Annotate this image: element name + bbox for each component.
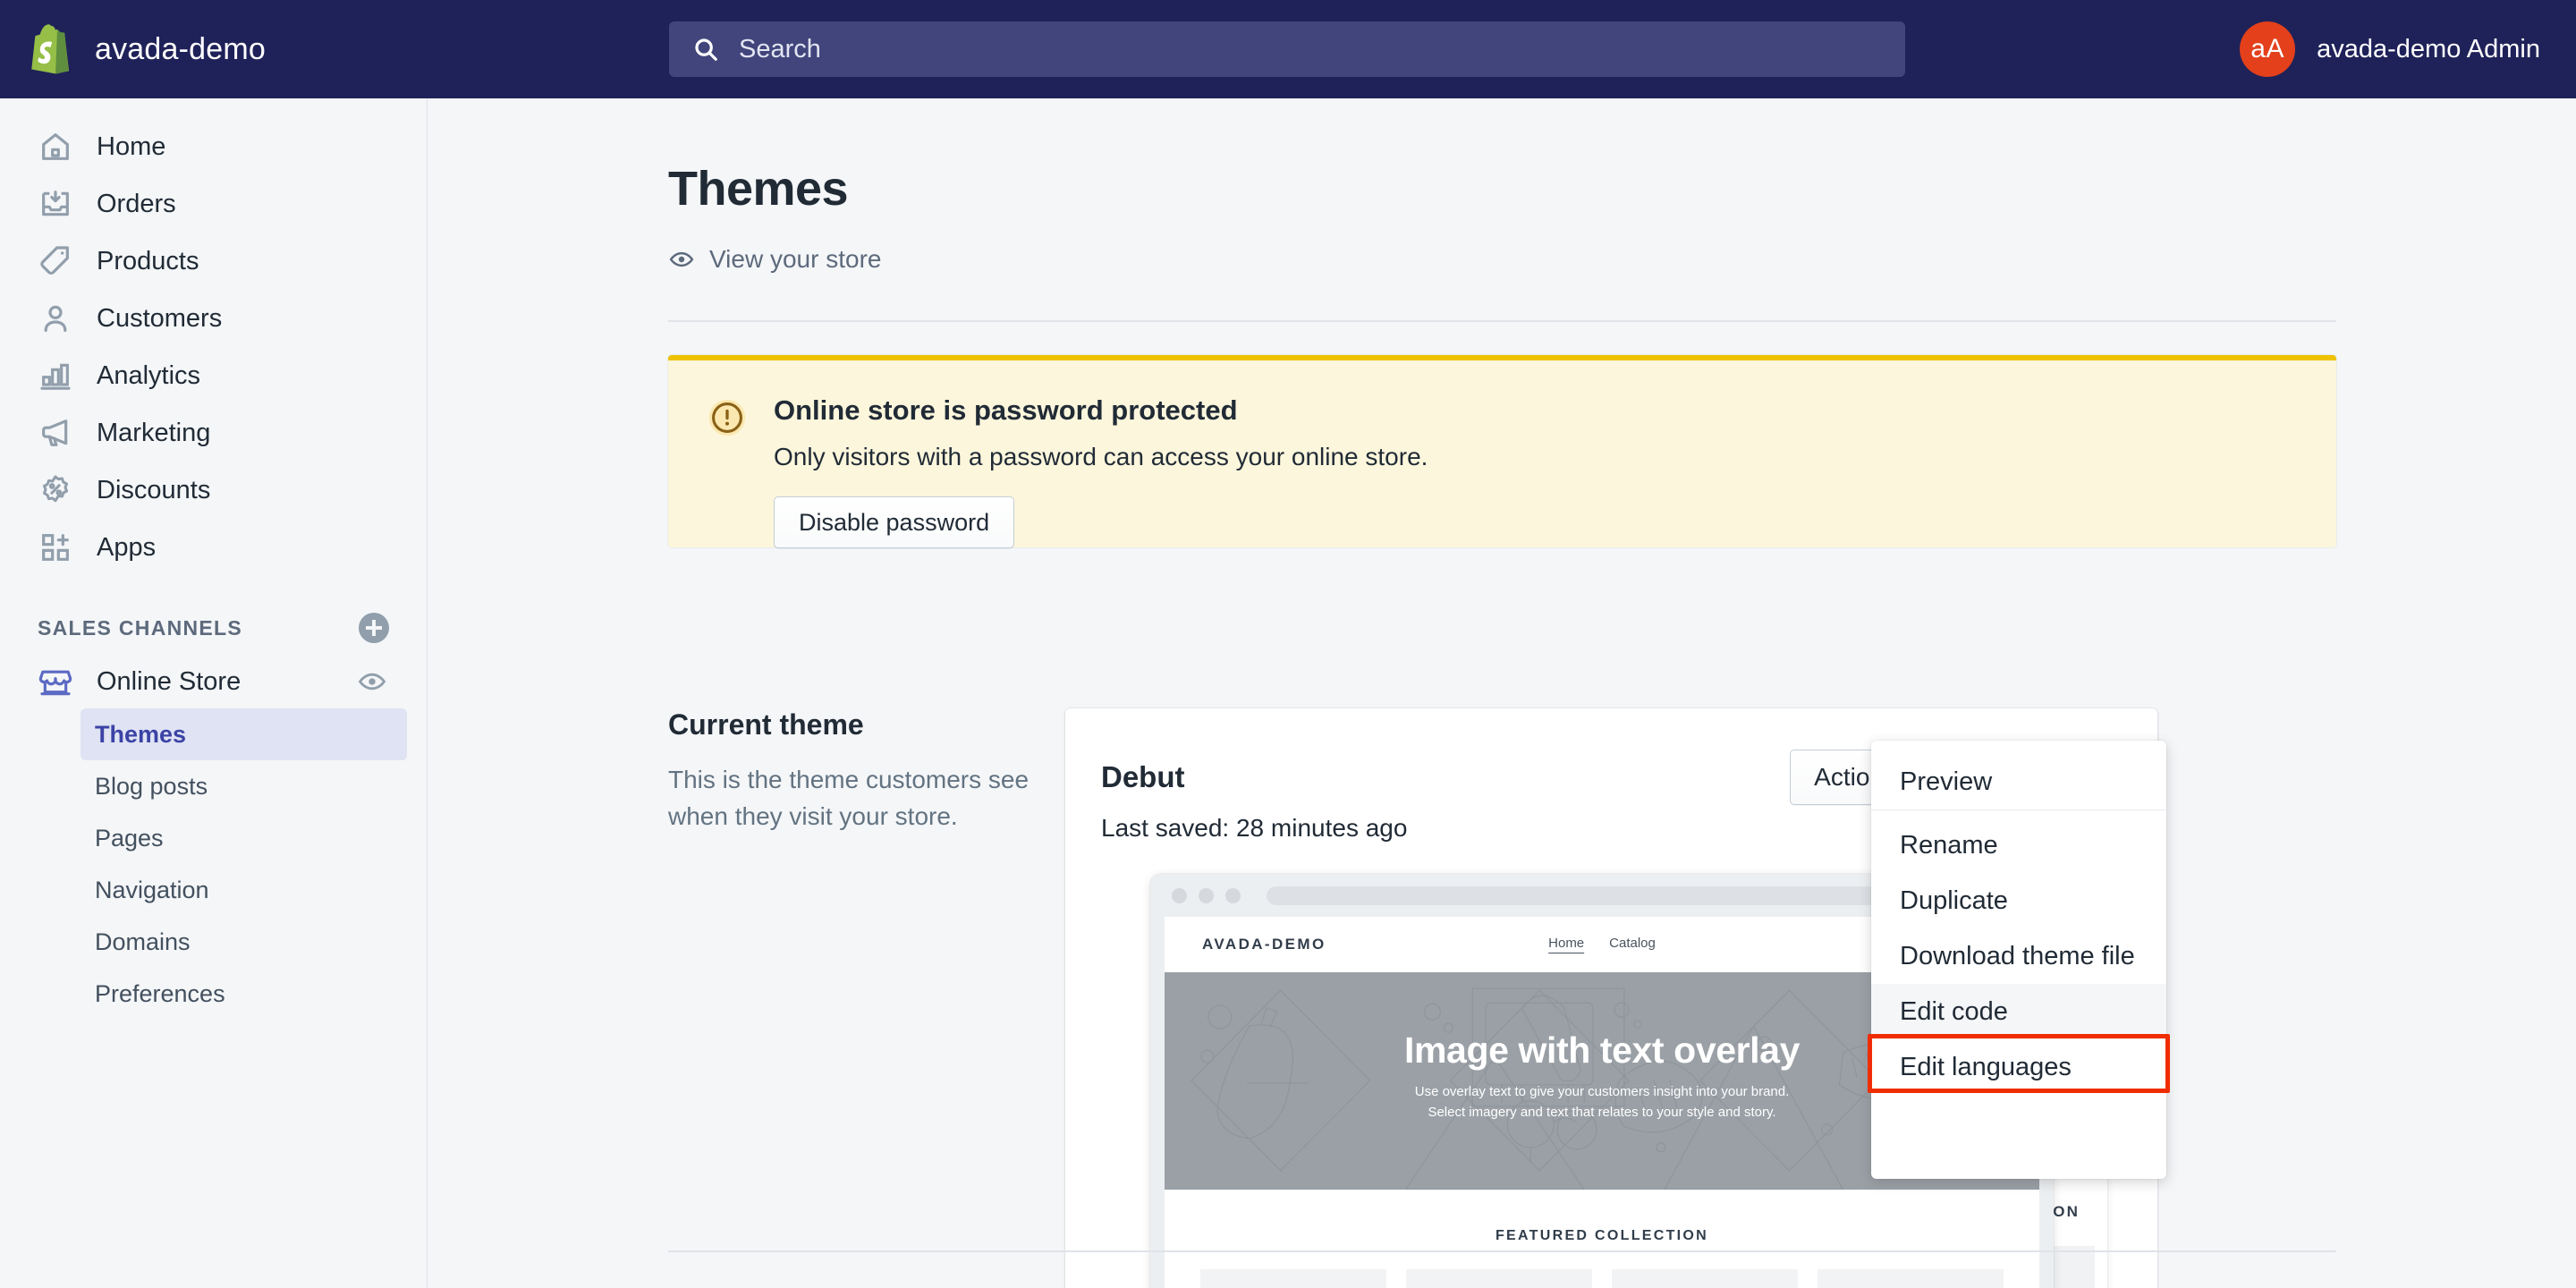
dropdown-item-rename[interactable]: Rename	[1871, 818, 2166, 873]
sidebar-item-apps[interactable]: Apps	[20, 519, 407, 576]
sidebar-subitem-label: Preferences	[95, 979, 225, 1007]
store-name: avada-demo	[95, 31, 267, 66]
sidebar-item-products[interactable]: Products	[20, 233, 407, 290]
sidebar-subitem-label: Navigation	[95, 876, 209, 903]
header-divider	[668, 320, 2336, 322]
sidebar-item-pages[interactable]: Pages	[80, 812, 407, 864]
sidebar-subitem-label: Themes	[95, 720, 187, 748]
preview-product-tile	[1200, 1269, 1386, 1288]
sidebar-subitem-label: Pages	[95, 824, 164, 852]
sidebar: Home Orders Products Customers Analytics	[0, 98, 428, 1288]
top-bar: avada-demo Search aA avada-demo Admin	[0, 0, 2576, 98]
view-your-store-link[interactable]: View your store	[668, 245, 881, 274]
theme-last-saved: Last saved: 28 minutes ago	[1101, 814, 1408, 842]
sidebar-item-home[interactable]: Home	[20, 118, 407, 175]
plus-circle-icon[interactable]	[359, 613, 389, 643]
dropdown-item-label: Duplicate	[1900, 886, 2008, 915]
preview-product-tile	[1612, 1269, 1798, 1288]
banner-description: Only visitors with a password can access…	[774, 443, 1428, 470]
eye-icon[interactable]	[357, 666, 387, 697]
search-wrap: Search	[669, 21, 1905, 77]
sales-channels-title: SALES CHANNELS	[38, 615, 243, 640]
sidebar-item-label: Products	[97, 246, 199, 275]
sidebar-item-orders[interactable]: Orders	[20, 175, 407, 233]
shopify-bag-icon	[31, 24, 70, 74]
home-icon	[42, 133, 69, 160]
sidebar-item-domains[interactable]: Domains	[80, 916, 407, 968]
sidebar-item-online-store[interactable]: Online Store	[20, 655, 407, 708]
dropdown-item-edit-languages[interactable]: Edit languages	[1871, 1039, 2166, 1095]
sidebar-item-label: Marketing	[97, 418, 211, 447]
preview-nav-item: Catalog	[1609, 936, 1656, 951]
current-theme-description: This is the theme customers see when the…	[668, 766, 1030, 830]
sidebar-item-analytics[interactable]: Analytics	[20, 347, 407, 404]
product-tag-icon	[40, 246, 69, 275]
avatar: aA	[2240, 21, 2296, 77]
storefront-icon	[38, 670, 72, 696]
preview-product-tile	[1818, 1269, 2004, 1288]
sidebar-item-label: Home	[97, 131, 166, 161]
sidebar-item-label: Analytics	[97, 360, 201, 390]
disable-password-button[interactable]: Disable password	[774, 496, 1015, 548]
preview-nav-item: Home	[1548, 936, 1585, 953]
theme-name: Debut	[1101, 760, 1185, 793]
main-content: Themes View your store Online store is p…	[428, 98, 2576, 1288]
footer-divider	[668, 1250, 2336, 1252]
sidebar-subitem-label: Domains	[95, 928, 191, 955]
discount-badge-icon	[43, 475, 68, 503]
sidebar-item-label: Apps	[97, 532, 157, 562]
actions-dropdown-menu: Preview Rename Duplicate Download theme …	[1871, 741, 2166, 1179]
password-protected-banner: Online store is password protected Only …	[668, 355, 2336, 548]
banner-title: Online store is password protected	[774, 394, 1238, 426]
dropdown-item-download-theme-file[interactable]: Download theme file	[1871, 928, 2166, 984]
view-store-label: View your store	[709, 245, 882, 273]
orders-inbox-icon	[42, 191, 69, 216]
sidebar-item-customers[interactable]: Customers	[20, 290, 407, 347]
sidebar-subitem-label: Blog posts	[95, 772, 208, 800]
sidebar-item-label: Online Store	[97, 666, 242, 696]
preview-product-tile	[1406, 1269, 1592, 1288]
search-icon	[695, 38, 717, 61]
search-input[interactable]: Search	[669, 21, 1905, 77]
current-theme-label: Current theme	[668, 708, 864, 741]
sidebar-item-label: Discounts	[97, 475, 211, 504]
analytics-bars-icon	[40, 363, 71, 390]
sidebar-item-marketing[interactable]: Marketing	[20, 404, 407, 462]
sidebar-item-navigation[interactable]: Navigation	[80, 864, 407, 916]
dropdown-item-label: Edit languages	[1900, 1052, 2072, 1081]
eye-icon	[669, 251, 694, 267]
preview-store-logo: AVADA-DEMO	[1202, 936, 1326, 953]
warning-circle-icon	[708, 399, 746, 436]
sidebar-item-preferences[interactable]: Preferences	[80, 968, 407, 1020]
customer-person-icon	[44, 305, 67, 332]
dropdown-item-label: Rename	[1900, 830, 1998, 860]
dropdown-item-label: Edit code	[1900, 996, 2008, 1026]
dropdown-item-edit-code[interactable]: Edit code	[1871, 984, 2166, 1039]
window-dot-icon	[1199, 887, 1214, 903]
sidebar-item-discounts[interactable]: Discounts	[20, 462, 407, 519]
dropdown-item-label: Preview	[1900, 767, 1993, 796]
preview-featured-label: FEATURED COLLECTION	[1495, 1228, 1709, 1243]
dropdown-item-duplicate[interactable]: Duplicate	[1871, 873, 2166, 928]
brand-area[interactable]: avada-demo	[0, 0, 428, 98]
page-title: Themes	[668, 162, 849, 216]
sidebar-item-blog-posts[interactable]: Blog posts	[80, 760, 407, 812]
sidebar-item-label: Orders	[97, 189, 176, 218]
user-name: avada-demo Admin	[2317, 34, 2540, 64]
search-placeholder: Search	[739, 34, 821, 64]
dropdown-item-label: Download theme file	[1900, 941, 2135, 970]
window-dot-icon	[1172, 887, 1187, 903]
preview-nav: Home Catalog	[1548, 936, 1656, 953]
apps-grid-plus-icon	[42, 534, 69, 561]
window-dot-icon	[1225, 887, 1241, 903]
sidebar-item-label: Customers	[97, 303, 223, 333]
sidebar-item-themes[interactable]: Themes	[80, 708, 407, 760]
user-menu[interactable]: aA avada-demo Admin	[2240, 0, 2540, 98]
sales-channels-header: SALES CHANNELS	[38, 610, 389, 646]
marketing-megaphone-icon	[42, 419, 68, 446]
dropdown-item-preview[interactable]: Preview	[1871, 755, 2166, 810]
